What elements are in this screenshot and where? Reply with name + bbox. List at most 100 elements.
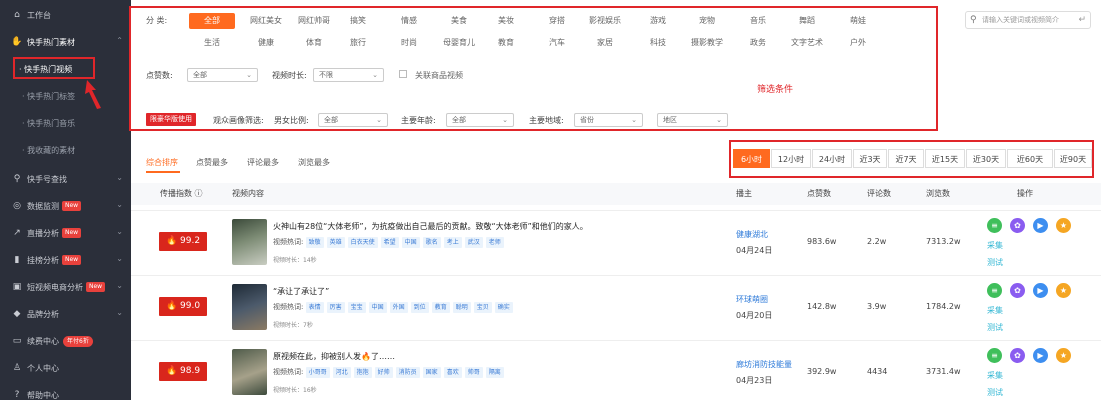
category-tag[interactable]: 舞蹈 [784, 13, 830, 29]
collect-link[interactable]: 采集 [987, 370, 1003, 381]
people-icon[interactable]: ✿ [1010, 348, 1025, 363]
sidebar-item-account-search[interactable]: ⚲ 快手号查找 ⌄ [0, 166, 131, 192]
likes-select[interactable]: 全部 ⌄ [187, 68, 258, 82]
category-tag[interactable]: 文字艺术 [784, 35, 830, 51]
video-title[interactable]: 火神山有28位“大体老师”，为抗疫做出自己最后的贡献。致敬“大体老师”和他们的家… [273, 221, 588, 232]
sidebar-item-profile[interactable]: ♙ 个人中心 [0, 355, 131, 381]
hot-word-tag[interactable]: 武汉 [464, 237, 483, 248]
category-tag[interactable]: 搞笑 [335, 13, 381, 29]
hot-word-tag[interactable]: 英雄 [326, 237, 345, 248]
author-name[interactable]: 健康湖北 [736, 229, 768, 240]
hot-word-tag[interactable]: 考上 [443, 237, 462, 248]
time-tab[interactable]: 近60天 [1007, 149, 1053, 168]
hot-word-tag[interactable]: 宝宝 [347, 302, 366, 313]
category-tag[interactable]: 宠物 [684, 13, 730, 29]
video-title[interactable]: 原视频在此，抑被别人发🔥了…… [273, 351, 395, 362]
hot-word-tag[interactable]: 致敬 [305, 237, 324, 248]
sidebar-item-ecommerce-analysis[interactable]: ▣ 短视频电商分析 New ⌄ [0, 274, 131, 300]
video-thumbnail[interactable] [232, 349, 267, 395]
test-link[interactable]: 测试 [987, 257, 1003, 268]
hot-word-tag[interactable]: 聪明 [452, 302, 471, 313]
hot-word-tag[interactable]: 帅哥 [464, 367, 483, 378]
hot-word-tag[interactable]: 河北 [332, 367, 351, 378]
category-tag[interactable]: 时尚 [386, 35, 432, 51]
time-tab[interactable]: 近7天 [888, 149, 924, 168]
time-tab[interactable]: 近30天 [966, 149, 1006, 168]
category-tag[interactable]: 美妆 [483, 13, 529, 29]
people-icon[interactable]: ✿ [1010, 218, 1025, 233]
category-tag[interactable]: 生活 [189, 35, 235, 51]
time-tab[interactable]: 近90天 [1054, 149, 1092, 168]
category-tag[interactable]: 音乐 [735, 13, 781, 29]
hot-word-tag[interactable]: 好帅 [374, 367, 393, 378]
list-icon[interactable]: ≡ [987, 218, 1002, 233]
sidebar-item-live-analysis[interactable]: ↗ 直播分析 New ⌄ [0, 220, 131, 246]
category-tag[interactable]: 网红帅哥 [291, 13, 337, 29]
collect-link[interactable]: 采集 [987, 305, 1003, 316]
category-tag[interactable]: 美食 [436, 13, 482, 29]
time-tab[interactable]: 6小时 [733, 149, 770, 168]
gender-select[interactable]: 全部 ⌄ [318, 113, 388, 127]
category-tag[interactable]: 穿搭 [534, 13, 580, 29]
star-icon[interactable]: ★ [1056, 348, 1071, 363]
sidebar-item-brand-analysis[interactable]: ◆ 品牌分析 ⌄ [0, 301, 131, 327]
category-tag[interactable]: 户外 [835, 35, 881, 51]
play-icon[interactable]: ▶ [1033, 348, 1048, 363]
sidebar-item-hot-materials[interactable]: ✋ 快手热门素材 ⌃ [0, 29, 131, 55]
time-tab[interactable]: 24小时 [812, 149, 852, 168]
premium-only-button[interactable]: 限豪华版使用 [146, 113, 196, 126]
video-title[interactable]: “承让了承让了” [273, 286, 329, 297]
hot-word-tag[interactable]: 白衣天使 [347, 237, 378, 248]
hot-word-tag[interactable]: 隔离 [485, 367, 504, 378]
list-icon[interactable]: ≡ [987, 283, 1002, 298]
hot-word-tag[interactable]: 到位 [410, 302, 429, 313]
collect-link[interactable]: 采集 [987, 240, 1003, 251]
hot-word-tag[interactable]: 抱抱 [353, 367, 372, 378]
hot-word-tag[interactable]: 中国 [401, 237, 420, 248]
sidebar-item-rank-analysis[interactable]: ▮ 挂榜分析 New ⌄ [0, 247, 131, 273]
hot-word-tag[interactable]: 小哥哥 [305, 367, 330, 378]
category-tag[interactable]: 健康 [243, 35, 289, 51]
sidebar-item-data-monitor[interactable]: ◎ 数据监测 New ⌄ [0, 193, 131, 219]
hot-word-tag[interactable]: 希望 [380, 237, 399, 248]
time-tab[interactable]: 近15天 [925, 149, 965, 168]
hot-word-tag[interactable]: 宝贝 [473, 302, 492, 313]
search-box[interactable]: ⚲ 请输入关键词或视频简介 ↵ [965, 11, 1091, 29]
category-tag[interactable]: 萌娃 [835, 13, 881, 29]
time-tab[interactable]: 12小时 [771, 149, 811, 168]
hot-word-tag[interactable]: 确实 [494, 302, 513, 313]
hot-word-tag[interactable]: 厉害 [326, 302, 345, 313]
video-thumbnail[interactable] [232, 219, 267, 265]
sidebar-item-renewal[interactable]: ▭ 续费中心 年付6折 [0, 328, 131, 354]
sort-tab-most-likes[interactable]: 点赞最多 [196, 157, 228, 168]
video-thumbnail[interactable] [232, 284, 267, 330]
sort-tab-comprehensive[interactable]: 综合排序 [146, 157, 178, 168]
category-tag[interactable]: 全部 [189, 13, 235, 29]
sort-tab-most-comments[interactable]: 评论最多 [247, 157, 279, 168]
list-icon[interactable]: ≡ [987, 348, 1002, 363]
category-tag[interactable]: 教育 [483, 35, 529, 51]
category-tag[interactable]: 游戏 [635, 13, 681, 29]
hot-word-tag[interactable]: 表情 [305, 302, 324, 313]
test-link[interactable]: 测试 [987, 322, 1003, 333]
hot-word-tag[interactable]: 消防员 [395, 367, 420, 378]
category-tag[interactable]: 网红美女 [243, 13, 289, 29]
hot-word-tag[interactable]: 喜欢 [443, 367, 462, 378]
category-tag[interactable]: 科技 [635, 35, 681, 51]
hot-word-tag[interactable]: 教育 [431, 302, 450, 313]
category-tag[interactable]: 旅行 [335, 35, 381, 51]
star-icon[interactable]: ★ [1056, 283, 1071, 298]
sidebar-subitem-hot-tags[interactable]: · 快手热门标签 [0, 83, 131, 109]
play-icon[interactable]: ▶ [1033, 218, 1048, 233]
hot-word-tag[interactable]: 国家 [422, 367, 441, 378]
product-video-checkbox[interactable] [399, 70, 407, 78]
province-select[interactable]: 省份 ⌄ [574, 113, 643, 127]
time-tab[interactable]: 近3天 [853, 149, 887, 168]
category-tag[interactable]: 影视娱乐 [582, 13, 628, 29]
test-link[interactable]: 测试 [987, 387, 1003, 398]
category-tag[interactable]: 摄影教学 [684, 35, 730, 51]
sidebar-subitem-hot-music[interactable]: · 快手热门音乐 [0, 110, 131, 136]
play-icon[interactable]: ▶ [1033, 283, 1048, 298]
category-tag[interactable]: 家居 [582, 35, 628, 51]
people-icon[interactable]: ✿ [1010, 283, 1025, 298]
